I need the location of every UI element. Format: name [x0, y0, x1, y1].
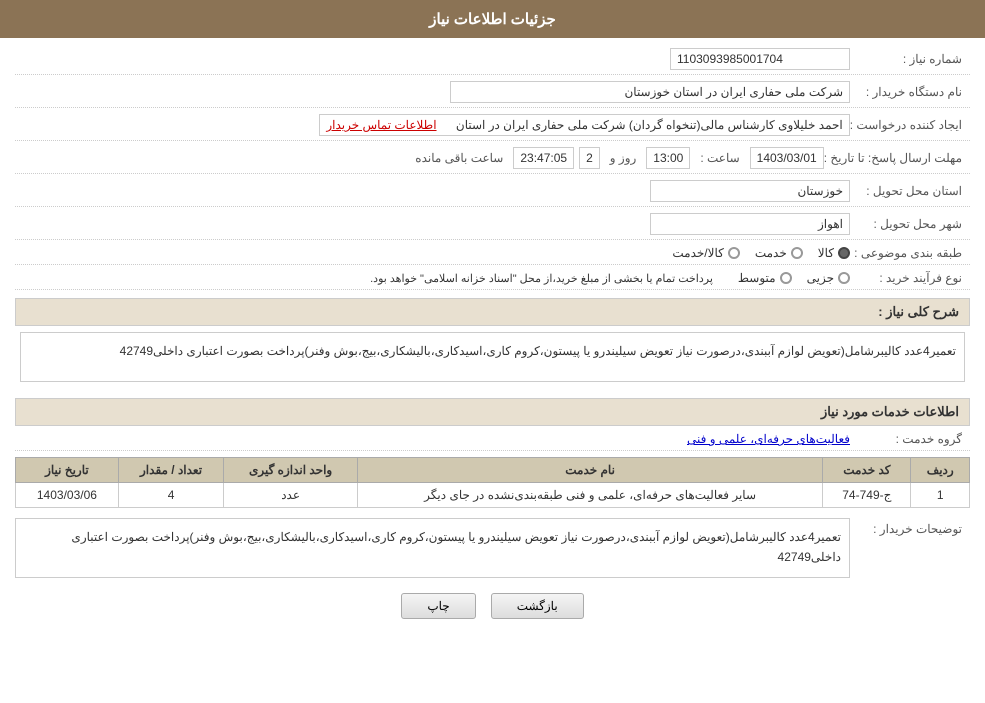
- general-desc-value: تعمیر4عدد کالیبرشامل(تعویض لوازم آببندی،…: [20, 332, 965, 382]
- province-value: خوزستان: [650, 180, 850, 202]
- purchase-type-options: جزیی متوسط: [738, 271, 850, 285]
- category-label: طبقه بندی موضوعی :: [850, 246, 970, 260]
- service-group-label: گروه خدمت :: [850, 432, 970, 446]
- need-number-label: شماره نیاز :: [850, 52, 970, 66]
- category-options: کالا خدمت کالا/خدمت: [672, 246, 850, 260]
- creator-label: ایجاد کننده درخواست :: [850, 118, 970, 132]
- cell-quantity: 4: [118, 483, 223, 508]
- category-khedmat-label: خدمت: [755, 246, 787, 260]
- page-title: جزئیات اطلاعات نیاز: [429, 11, 556, 28]
- need-number-value: 1103093985001704: [670, 48, 850, 70]
- col-quantity: تعداد / مقدار: [118, 458, 223, 483]
- category-khedmat: خدمت: [755, 246, 803, 260]
- deadline-time-label: ساعت :: [700, 151, 739, 165]
- service-group-row: گروه خدمت : فعالیت‌های حرفه‌ای، علمی و ف…: [15, 432, 970, 451]
- city-label: شهر محل تحویل :: [850, 217, 970, 231]
- category-kala-label: کالا: [818, 246, 834, 260]
- province-row: استان محل تحویل : خوزستان: [15, 180, 970, 207]
- purchase-type-row: نوع فرآیند خرید : جزیی متوسط پرداخت تمام…: [15, 271, 970, 290]
- category-kala-khedmat-radio: [728, 247, 740, 259]
- col-code: کد خدمت: [823, 458, 911, 483]
- buyer-desc-value: تعمیر4عدد کالیبرشامل(تعویض لوازم آببندی،…: [15, 518, 850, 578]
- purchase-jozii-label: جزیی: [807, 271, 834, 285]
- services-table-body: 1 ج-749-74 سایر فعالیت‌های حرفه‌ای، علمی…: [16, 483, 970, 508]
- need-number-row: شماره نیاز : 1103093985001704: [15, 48, 970, 75]
- category-khedmat-radio: [791, 247, 803, 259]
- cell-code: ج-749-74: [823, 483, 911, 508]
- button-row: بازگشت چاپ: [15, 593, 970, 619]
- purchase-jozii-radio: [838, 272, 850, 284]
- creator-value: احمد خلیلاوی کارشناس مالی(تنخواه گردان) …: [319, 114, 849, 136]
- col-name: نام خدمت: [357, 458, 822, 483]
- table-row: 1 ج-749-74 سایر فعالیت‌های حرفه‌ای، علمی…: [16, 483, 970, 508]
- province-label: استان محل تحویل :: [850, 184, 970, 198]
- city-value: اهواز: [650, 213, 850, 235]
- cell-unit: عدد: [224, 483, 358, 508]
- purchase-type-motavasset: متوسط: [738, 271, 792, 285]
- category-row: طبقه بندی موضوعی : کالا خدمت کالا/خدمت: [15, 246, 970, 265]
- category-kala-radio: [838, 247, 850, 259]
- category-kala: کالا: [818, 246, 850, 260]
- cell-name: سایر فعالیت‌های حرفه‌ای، علمی و فنی طبقه…: [357, 483, 822, 508]
- services-section-title: اطلاعات خدمات مورد نیاز: [15, 398, 970, 426]
- buyer-desc-row: توضیحات خریدار : تعمیر4عدد کالیبرشامل(تع…: [15, 518, 970, 578]
- purchase-motavasset-radio: [780, 272, 792, 284]
- buyer-name-row: نام دستگاه خریدار : شرکت ملی حفاری ایران…: [15, 81, 970, 108]
- buyer-name-label: نام دستگاه خریدار :: [850, 85, 970, 99]
- cell-row-num: 1: [911, 483, 970, 508]
- deadline-remaining-label: ساعت باقی مانده: [415, 151, 503, 165]
- services-table: ردیف کد خدمت نام خدمت واحد اندازه گیری ت…: [15, 457, 970, 508]
- col-row-num: ردیف: [911, 458, 970, 483]
- deadline-label: مهلت ارسال پاسخ: تا تاریخ :: [824, 151, 970, 165]
- deadline-time-value: 13:00: [646, 147, 690, 169]
- buyer-desc-label: توضیحات خریدار :: [850, 518, 970, 536]
- deadline-remaining-value: 23:47:05: [513, 147, 574, 169]
- col-unit: واحد اندازه گیری: [224, 458, 358, 483]
- category-kala-khedmat: کالا/خدمت: [672, 246, 739, 260]
- print-button[interactable]: چاپ: [401, 593, 475, 619]
- general-desc-title: شرح کلی نیاز :: [15, 298, 970, 326]
- purchase-motavasset-label: متوسط: [738, 271, 776, 285]
- purchase-type-jozii: جزیی: [807, 271, 850, 285]
- deadline-day-label: روز و: [610, 151, 637, 165]
- deadline-row: مهلت ارسال پاسخ: تا تاریخ : 1403/03/01 س…: [15, 147, 970, 174]
- creator-link[interactable]: اطلاعات تماس خریدار: [326, 118, 436, 132]
- general-desc-label: شرح کلی نیاز :: [878, 304, 959, 319]
- services-table-header: ردیف کد خدمت نام خدمت واحد اندازه گیری ت…: [16, 458, 970, 483]
- deadline-days-value: 2: [579, 147, 600, 169]
- purchase-type-label: نوع فرآیند خرید :: [850, 271, 970, 285]
- service-group-value[interactable]: فعالیت‌های حرفه‌ای، علمی و فنی: [687, 432, 850, 446]
- purchase-note: پرداخت تمام یا بخشی از مبلغ خرید،از محل …: [370, 272, 713, 285]
- back-button[interactable]: بازگشت: [491, 593, 584, 619]
- deadline-date-value: 1403/03/01: [750, 147, 824, 169]
- buyer-name-value: شرکت ملی حفاری ایران در استان خوزستان: [450, 81, 850, 103]
- category-kala-khedmat-label: کالا/خدمت: [672, 246, 723, 260]
- creator-row: ایجاد کننده درخواست : احمد خلیلاوی کارشن…: [15, 114, 970, 141]
- creator-text: احمد خلیلاوی کارشناس مالی(تنخواه گردان) …: [456, 118, 843, 132]
- cell-date: 1403/03/06: [16, 483, 119, 508]
- city-row: شهر محل تحویل : اهواز: [15, 213, 970, 240]
- page-header: جزئیات اطلاعات نیاز: [0, 0, 985, 38]
- col-date: تاریخ نیاز: [16, 458, 119, 483]
